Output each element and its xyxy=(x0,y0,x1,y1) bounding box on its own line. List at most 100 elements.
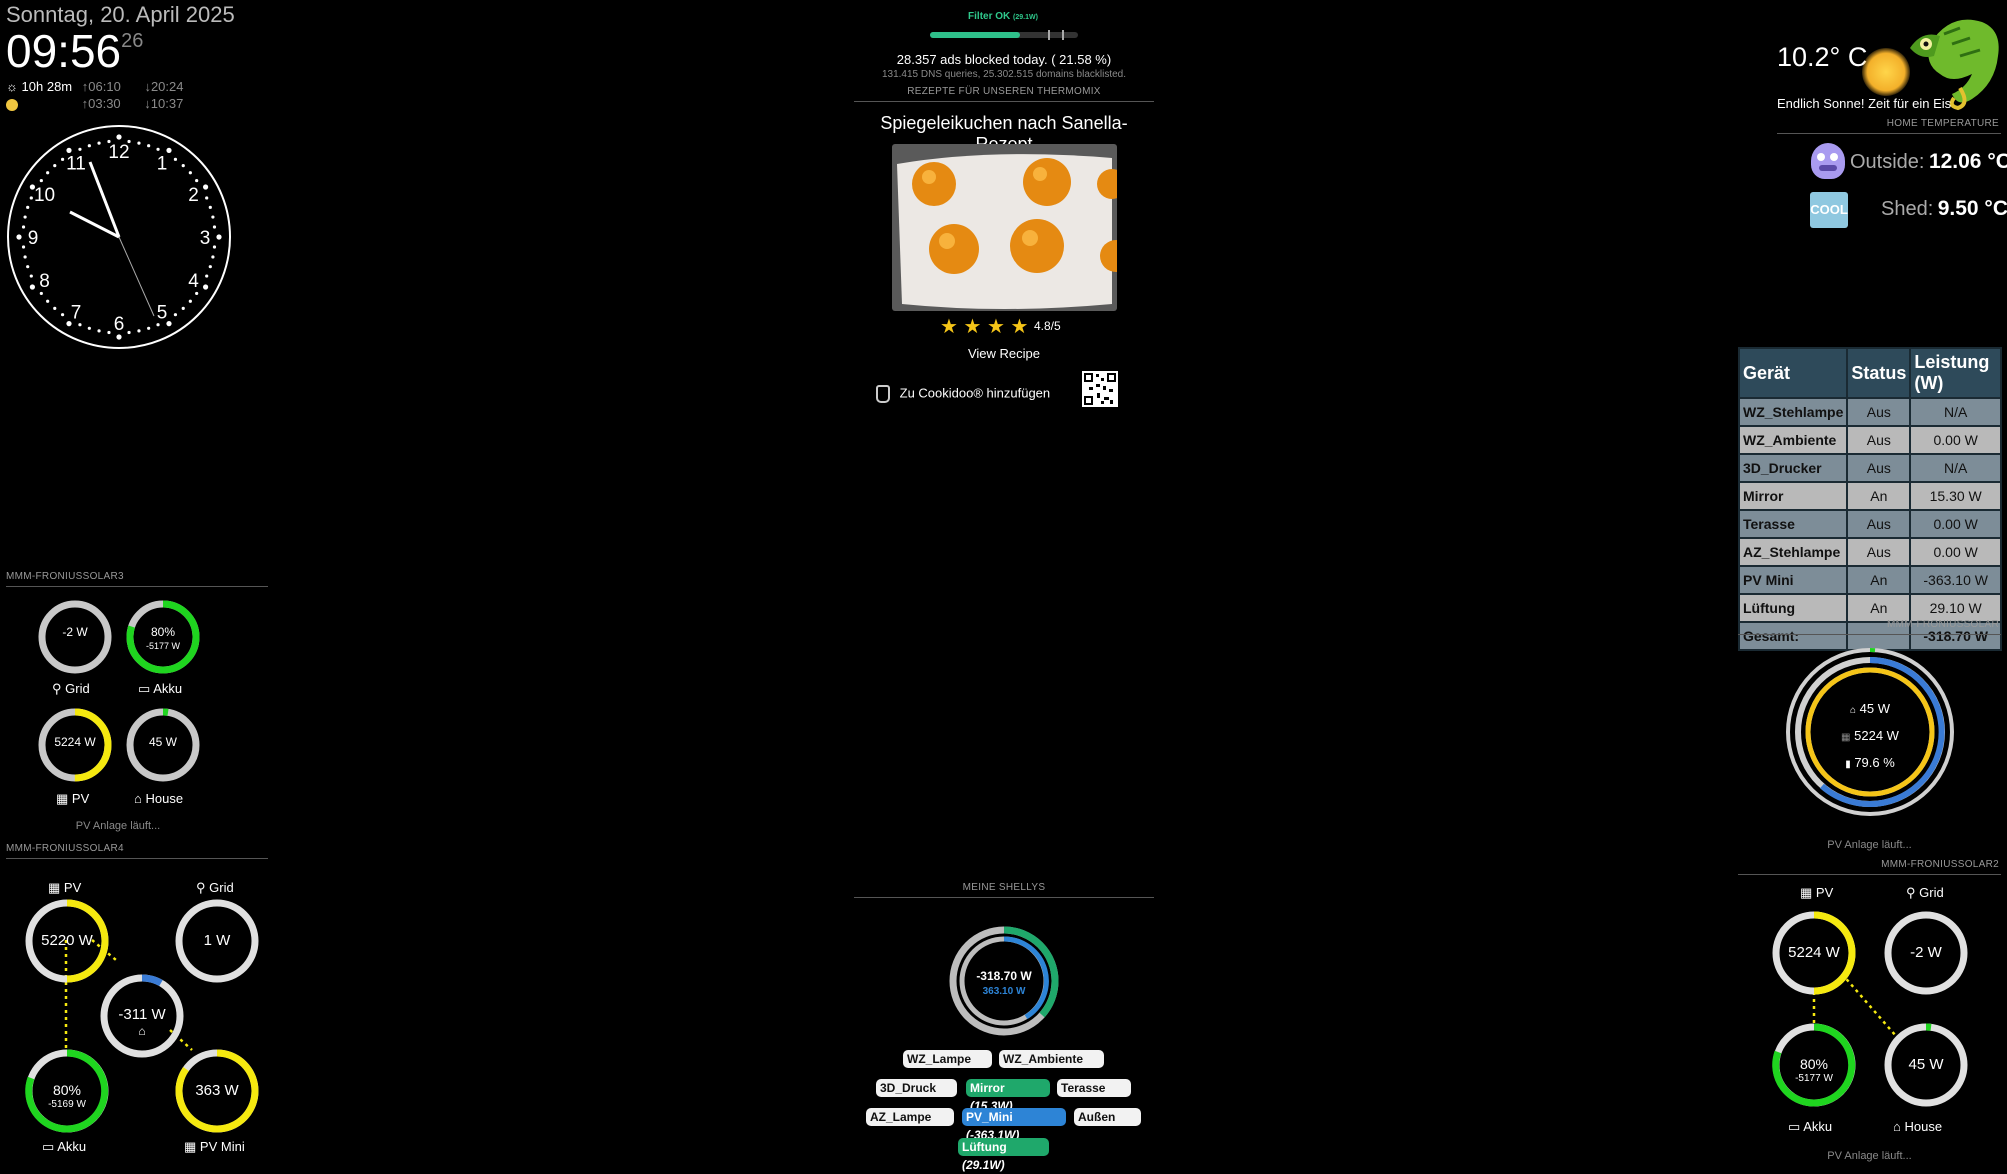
clock-tick xyxy=(137,329,141,333)
table-cell-name: Lüftung xyxy=(1737,593,1849,623)
clock-tick xyxy=(23,215,27,219)
grid-label: Grid xyxy=(1919,885,1944,900)
house-label: House xyxy=(145,791,184,806)
clock-number: 5 xyxy=(157,302,168,323)
ring-pv-value: 5224 W xyxy=(1854,728,1899,743)
shelly-pill[interactable]: WZ_Lampe xyxy=(903,1050,992,1068)
second-hand xyxy=(118,236,155,317)
shelly-pill[interactable]: Lüftung (29.1W) xyxy=(958,1138,1049,1172)
pill-label: WZ_Lampe xyxy=(907,1052,972,1066)
solar3-pv-label: ▦ PV xyxy=(56,791,89,807)
clock-number: 1 xyxy=(157,154,168,175)
clock-tick xyxy=(29,196,33,200)
clock-tick xyxy=(53,164,57,168)
table-row: Mirror An 15.30 W xyxy=(1737,481,2002,511)
monster-icon xyxy=(1811,143,1845,179)
clock-tick xyxy=(107,330,111,335)
pill-label: 3D_Druck xyxy=(880,1081,937,1095)
recipe-header: REZEPTE FÜR UNSEREN THERMOMIX xyxy=(907,86,1101,97)
clock-tick xyxy=(53,306,57,310)
solar-panel-icon: ▦ xyxy=(184,1139,197,1154)
table-row: Lüftung An 29.10 W xyxy=(1737,593,2002,623)
solar3-house-value: 45 W xyxy=(148,735,177,749)
shelly-pill[interactable]: Terasse xyxy=(1057,1079,1131,1097)
house-icon: ⌂ xyxy=(134,791,142,806)
clock-tick xyxy=(147,144,151,148)
sun-icon: ☼ xyxy=(6,79,18,94)
shelly-pill[interactable]: 3D_Druck xyxy=(876,1079,957,1097)
table-cell-power: 0.00 W xyxy=(1909,425,2002,455)
battery-icon: ▭ xyxy=(1788,1119,1801,1134)
clock-tick xyxy=(156,323,160,327)
ring-house-value: 45 W xyxy=(1859,701,1890,716)
clock-number: 12 xyxy=(108,142,129,163)
shelly-pill[interactable]: WZ_Ambiente xyxy=(999,1050,1104,1068)
shelly-pill[interactable]: AZ_Lampe xyxy=(866,1108,954,1126)
pv-label: PV xyxy=(63,880,82,895)
clock-hour-dot xyxy=(29,284,35,290)
solar3-grid-value: -2 W xyxy=(62,625,88,639)
cookidoo-button[interactable]: Zu Cookidoo® hinzufügen xyxy=(876,385,1050,403)
clock-number: 8 xyxy=(39,271,50,292)
view-recipe-link[interactable]: View Recipe xyxy=(854,346,1154,361)
solar4-akku-sub: -5169 W xyxy=(48,1099,86,1110)
table-cell-status: An xyxy=(1846,565,1912,595)
clock-tick xyxy=(97,141,101,145)
pill-label: Mirror xyxy=(970,1081,1005,1095)
pill-label: PV_Mini xyxy=(966,1110,1013,1124)
pihole-bar xyxy=(930,30,1078,40)
ring-soc: ▮ 79.6 % xyxy=(1784,755,1956,770)
solar3-grid-label: ⚲ Grid xyxy=(52,681,90,697)
pylon-icon: ⚲ xyxy=(52,681,62,696)
clock-hour-dot xyxy=(66,147,72,153)
clock-number: 4 xyxy=(188,271,199,292)
shelly-pill[interactable]: Mirror (15.3W) xyxy=(966,1079,1050,1113)
star-icon: ★ xyxy=(1010,316,1029,338)
pihole-bar-fill xyxy=(930,32,1020,38)
clock-tick xyxy=(137,141,141,145)
clock-tick xyxy=(195,291,199,296)
clock-tick xyxy=(205,274,209,278)
clock-tick xyxy=(188,299,192,303)
solar3-house-label: ⌂ House xyxy=(134,791,183,806)
pv-mini-label: PV Mini xyxy=(199,1139,245,1154)
shelly-pill[interactable]: Außen xyxy=(1074,1108,1141,1126)
clock-tick xyxy=(212,245,217,249)
table-header-row: Gerät Status Leistung (W) xyxy=(1737,347,2002,399)
clock-number: 2 xyxy=(188,185,199,206)
solar3-akku-sub: -5177 W xyxy=(145,641,180,651)
solar-panel-icon: ▦ xyxy=(1841,732,1851,743)
solar3-akku-label: ▭ Akku xyxy=(138,681,182,697)
table-row: WZ_Ambiente Aus 0.00 W xyxy=(1737,425,2002,455)
clock-hour-dot xyxy=(216,234,222,240)
table-cell-power: -363.10 W xyxy=(1909,565,2002,595)
clock-number: 7 xyxy=(71,302,82,323)
grid-label: Grid xyxy=(65,681,90,696)
solar-ring-header: MMM-FRONIUSSOLAR xyxy=(1886,619,1999,630)
solar4-pv-value: 5220 W xyxy=(41,932,93,949)
solar4-center-value: -311 W xyxy=(118,1006,166,1023)
rating-text: 4.8/5 xyxy=(1034,319,1061,333)
table-cell-power: N/A xyxy=(1909,397,2002,427)
clock-hour-dot xyxy=(16,234,22,240)
solar2-status: PV Anlage läuft... xyxy=(1827,1150,1912,1162)
moonset-time: 10:37 xyxy=(150,96,184,111)
shellys-total: -318.70 W xyxy=(976,969,1032,983)
solar2-pv-label: ▦ PV xyxy=(1800,885,1833,901)
table-cell-status: An xyxy=(1846,593,1912,623)
clock-hour-dot xyxy=(166,147,172,153)
clock-tick xyxy=(87,326,91,330)
clock-tick xyxy=(21,225,26,229)
clock-tick xyxy=(78,147,82,151)
clock-tick xyxy=(97,329,101,333)
clock-tick xyxy=(156,147,160,151)
solar3-status: PV Anlage läuft... xyxy=(75,820,161,832)
solar2-akku-pct: 80% xyxy=(1799,1056,1829,1072)
house-icon: ⌂ xyxy=(1849,705,1857,716)
weather-temp: 10.2° C xyxy=(1777,42,1868,72)
shelly-pill[interactable]: PV_Mini (-363.1W) xyxy=(962,1108,1066,1142)
time-hm: 09:56 xyxy=(6,25,122,77)
table-cell-status: Aus xyxy=(1846,397,1912,427)
ads-blocked: 28.357 ads blocked today. ( 21.58 %) xyxy=(896,52,1112,67)
house-label: House xyxy=(1904,1119,1943,1134)
